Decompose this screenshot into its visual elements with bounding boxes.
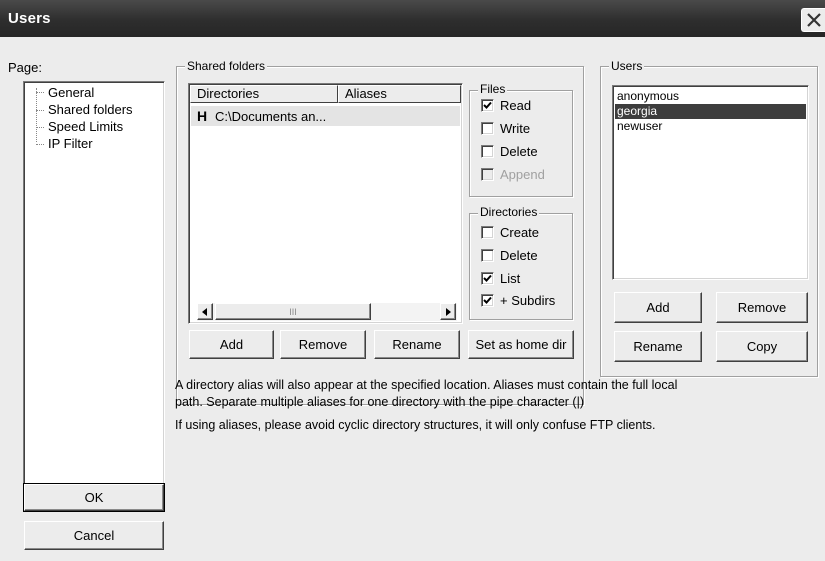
files-group-label: Files: [478, 82, 508, 96]
add-user-button[interactable]: Add: [614, 292, 702, 323]
directories-group-label: Directories: [478, 205, 540, 219]
title-bar: Users: [0, 0, 825, 37]
files-delete-checkbox[interactable]: Delete: [481, 144, 538, 159]
files-write-checkbox[interactable]: Write: [481, 121, 530, 136]
check-icon: [483, 101, 492, 109]
dialog-client: Page: General Shared folders Speed Limit…: [0, 37, 825, 561]
scroll-thumb[interactable]: III: [215, 303, 371, 320]
rename-folder-button[interactable]: Rename: [374, 330, 460, 359]
tree-item-speed-limits[interactable]: Speed Limits: [47, 119, 124, 135]
files-read-checkbox[interactable]: Read: [481, 98, 531, 113]
dirs-create-label: Create: [500, 225, 540, 240]
dirs-subdirs-label: + Subdirs: [500, 293, 556, 308]
column-header-directories[interactable]: Directories: [190, 85, 338, 103]
users-list[interactable]: anonymous georgia newuser: [612, 85, 809, 280]
rename-user-button[interactable]: Rename: [614, 331, 702, 362]
users-group-label: Users: [609, 59, 645, 73]
alias-info-line1: A directory alias will also appear at th…: [175, 378, 678, 392]
arrow-left-icon: [202, 307, 207, 316]
directory-list[interactable]: Directories Aliases H C:\Documents an...…: [188, 83, 463, 324]
arrow-right-icon: [446, 307, 451, 316]
dirs-list-label: List: [500, 271, 521, 286]
close-button[interactable]: [801, 8, 825, 32]
page-label: Page:: [8, 60, 42, 75]
cancel-button[interactable]: Cancel: [24, 521, 164, 550]
files-append-checkbox[interactable]: Append: [481, 167, 545, 182]
table-row[interactable]: H C:\Documents an...: [191, 106, 460, 126]
page-tree[interactable]: General Shared folders Speed Limits IP F…: [23, 81, 165, 506]
list-item[interactable]: anonymous: [615, 89, 806, 104]
tree-item-general[interactable]: General: [47, 85, 95, 101]
dirs-subdirs-checkbox[interactable]: + Subdirs: [481, 293, 555, 308]
ok-button[interactable]: OK: [23, 483, 165, 512]
check-icon: [483, 296, 492, 304]
set-home-dir-button[interactable]: Set as home dir: [468, 330, 574, 359]
scroll-right-button[interactable]: [440, 303, 456, 320]
horizontal-scrollbar[interactable]: III: [197, 303, 457, 321]
dirs-create-checkbox[interactable]: Create: [481, 225, 539, 240]
scroll-left-button[interactable]: [197, 303, 213, 320]
home-dir-marker: H: [197, 108, 208, 124]
files-read-label: Read: [500, 98, 532, 113]
files-delete-label: Delete: [500, 144, 538, 159]
remove-user-button[interactable]: Remove: [716, 292, 808, 323]
shared-folders-group-label: Shared folders: [185, 59, 268, 73]
close-icon: [807, 13, 821, 27]
files-write-label: Write: [500, 121, 531, 136]
dirs-list-checkbox[interactable]: List: [481, 271, 520, 286]
dirs-delete-label: Delete: [500, 248, 538, 263]
alias-info-line3: If using aliases, please avoid cyclic di…: [175, 418, 656, 432]
tree-item-ip-filter[interactable]: IP Filter: [47, 136, 94, 152]
list-item[interactable]: georgia: [615, 104, 806, 119]
add-folder-button[interactable]: Add: [189, 330, 274, 359]
tree-item-shared-folders[interactable]: Shared folders: [47, 102, 134, 118]
files-append-label: Append: [500, 167, 545, 182]
copy-user-button[interactable]: Copy: [716, 331, 808, 362]
check-icon: [483, 274, 492, 282]
window-title: Users: [8, 10, 51, 27]
directory-path: C:\Documents an...: [215, 109, 327, 124]
alias-info-line2: path. Separate multiple aliases for one …: [175, 395, 585, 409]
column-header-aliases[interactable]: Aliases: [338, 85, 461, 103]
remove-folder-button[interactable]: Remove: [280, 330, 366, 359]
list-item[interactable]: newuser: [615, 119, 806, 134]
dirs-delete-checkbox[interactable]: Delete: [481, 248, 538, 263]
